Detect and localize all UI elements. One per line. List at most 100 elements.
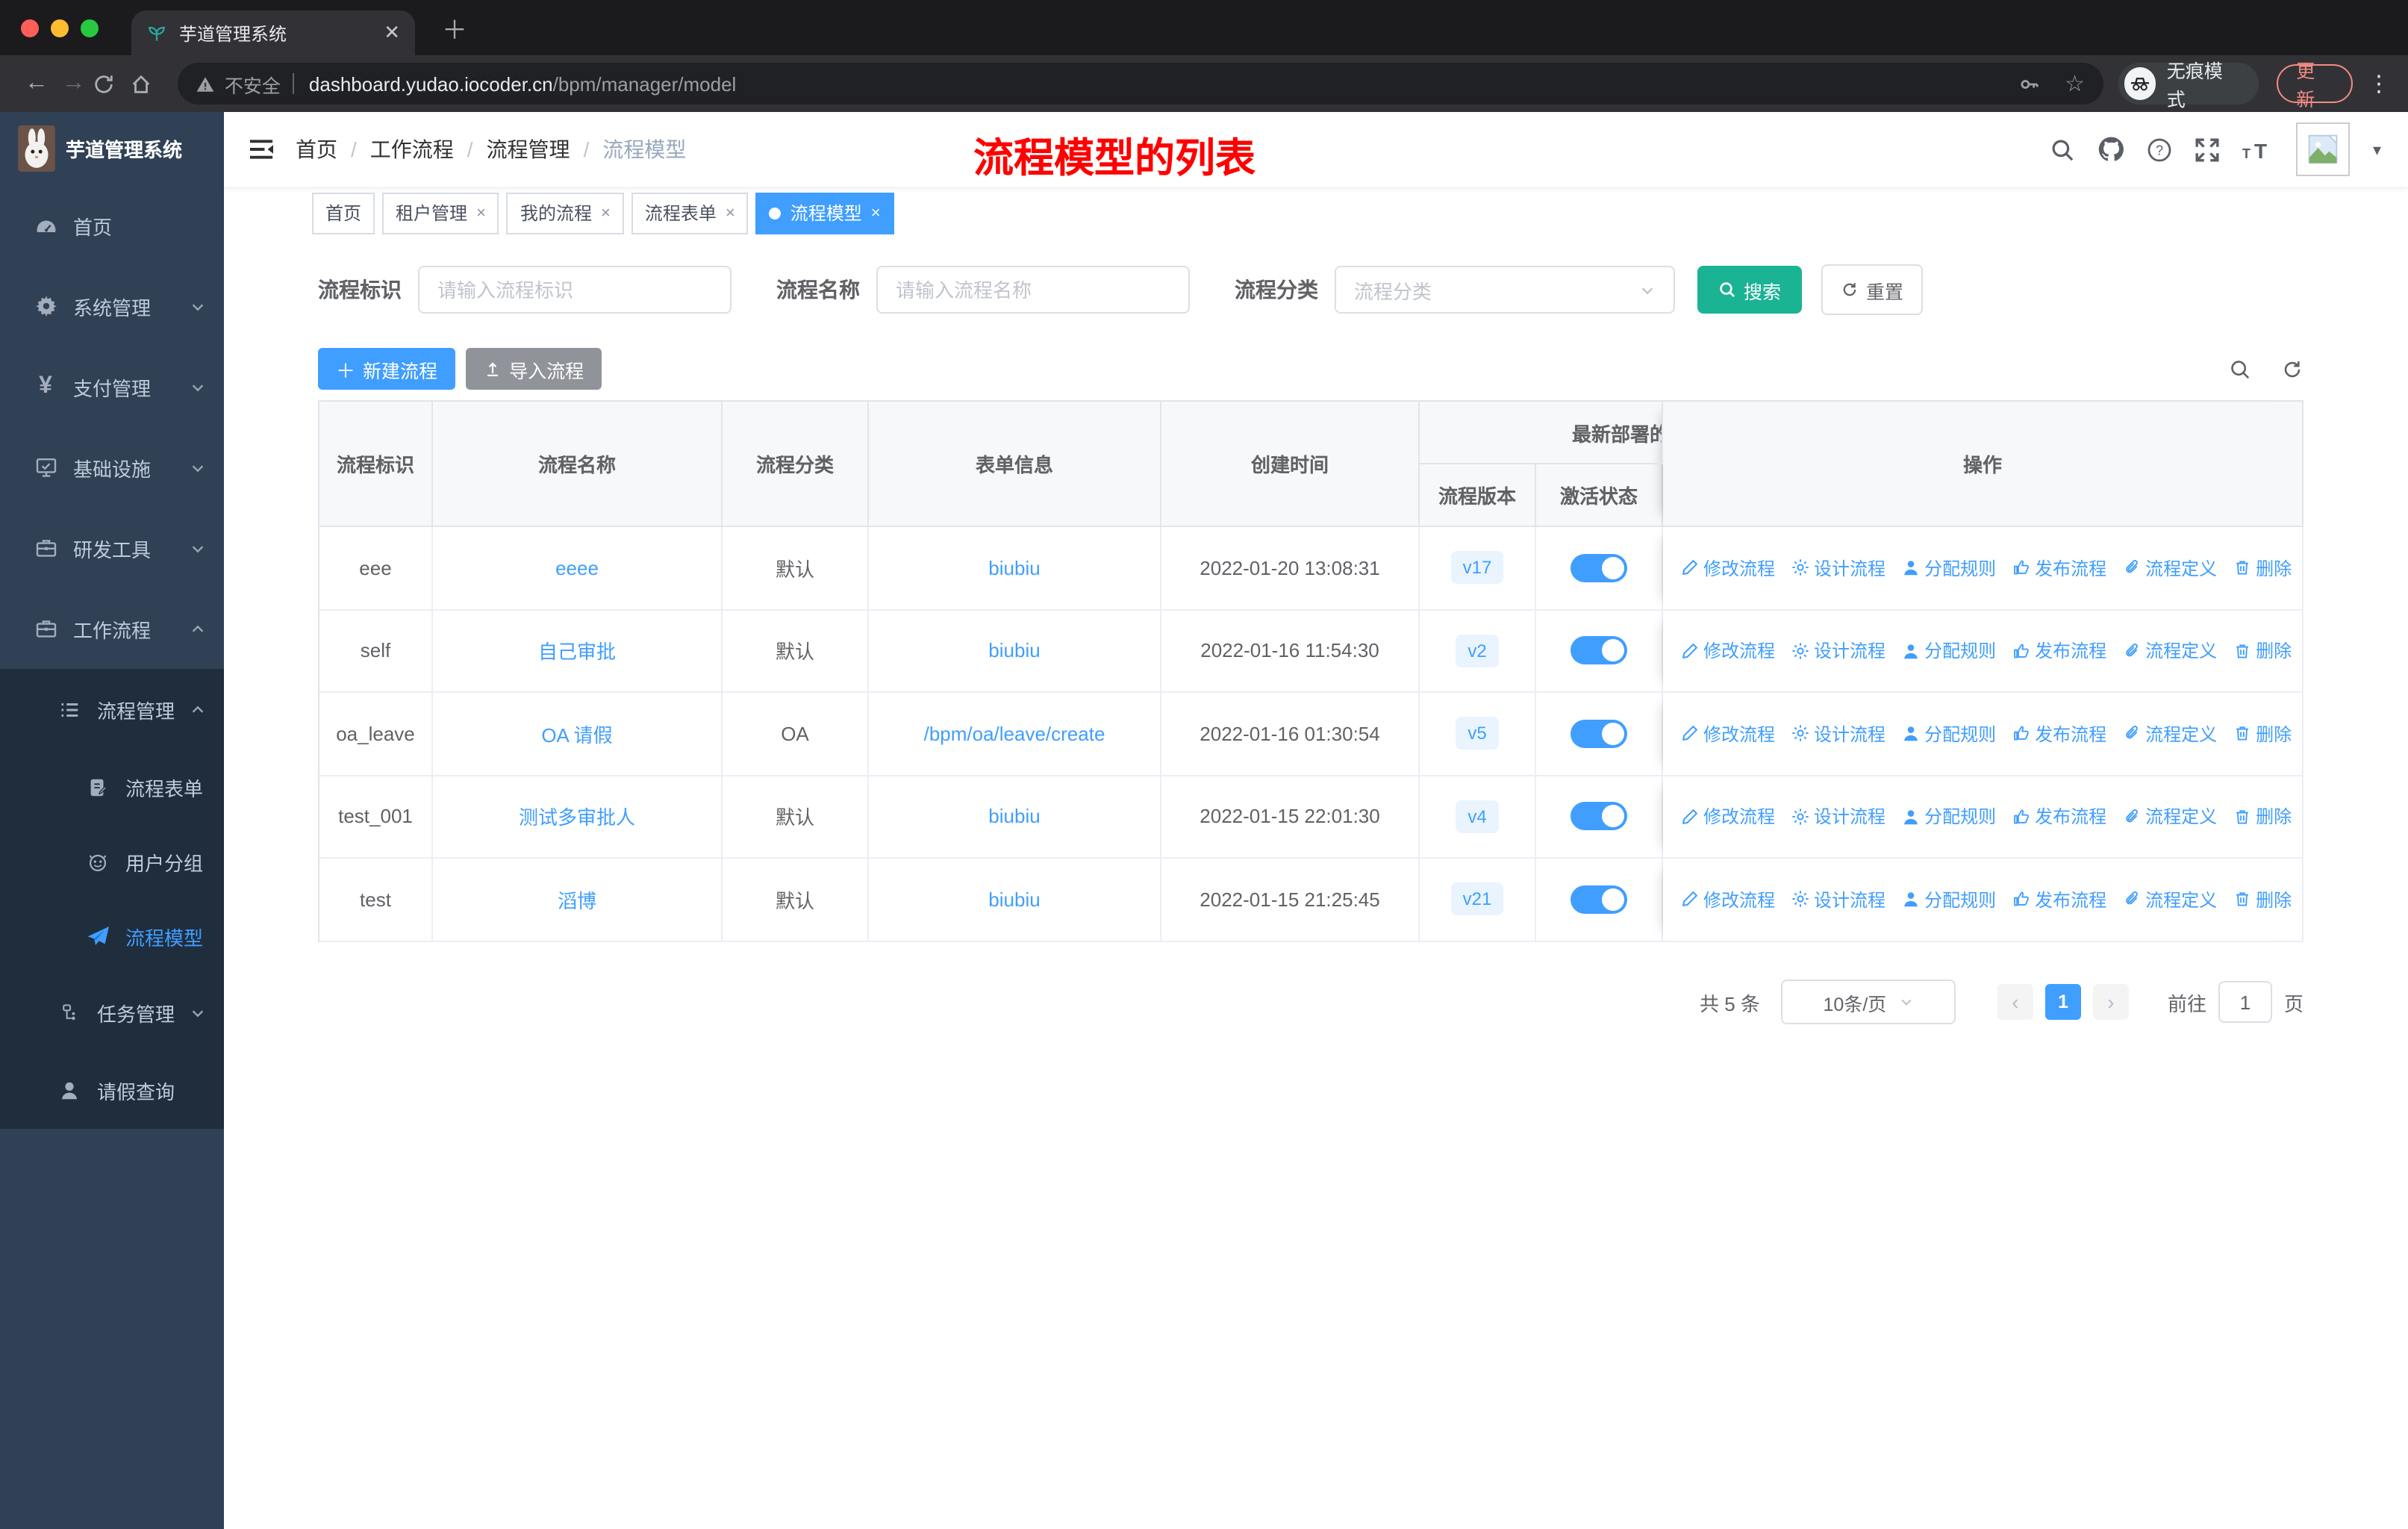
category-select[interactable]: 流程分类 [1335,266,1675,314]
process-key-input[interactable] [418,266,732,314]
search-button[interactable]: 搜索 [1697,266,1803,314]
action-gear-link[interactable]: 设计流程 [1791,638,1885,664]
sidebar-item-user-group[interactable]: 用户分组 [0,824,224,899]
process-name-link[interactable]: 自己审批 [538,637,616,665]
tag-my-process[interactable]: 我的流程 × [506,192,624,234]
action-gear-link[interactable]: 设计流程 [1791,804,1885,829]
page-number-1[interactable]: 1 [2044,984,2081,1020]
font-size-icon[interactable]: TT [2243,138,2274,161]
next-page-button[interactable]: › [2092,984,2129,1020]
close-window-button[interactable] [21,19,39,37]
avatar[interactable] [2296,122,2351,176]
action-gear-link[interactable]: 设计流程 [1791,887,1885,912]
action-edit-link[interactable]: 修改流程 [1681,555,1775,581]
action-edit-link[interactable]: 修改流程 [1681,887,1775,912]
form-info-link[interactable]: /bpm/oa/leave/create [924,723,1105,745]
tag-process-form[interactable]: 流程表单 × [631,192,749,234]
active-toggle[interactable] [1570,885,1627,914]
active-toggle[interactable] [1570,636,1627,665]
action-paperclip-link[interactable]: 流程定义 [2123,887,2217,912]
action-user-link[interactable]: 分配规则 [1902,638,1996,664]
action-trash-link[interactable]: 删除 [2233,721,2292,747]
process-name-link[interactable]: 测试多审批人 [519,803,635,831]
sidebar-item-devtools[interactable]: 研发工具 [0,508,224,588]
browser-menu-icon[interactable]: ⋮ [2368,70,2390,97]
action-paperclip-link[interactable]: 流程定义 [2123,555,2217,581]
import-process-button[interactable]: 导入流程 [466,348,602,390]
sidebar-item-home[interactable]: 首页 [0,185,224,266]
action-publish-link[interactable]: 发布流程 [2012,721,2106,747]
action-trash-link[interactable]: 删除 [2233,555,2292,581]
active-toggle[interactable] [1570,719,1627,748]
action-trash-link[interactable]: 删除 [2233,804,2292,829]
active-toggle[interactable] [1570,553,1627,582]
form-info-link[interactable]: biubiu [988,640,1040,662]
action-gear-link[interactable]: 设计流程 [1791,555,1885,581]
maximize-window-button[interactable] [81,19,99,37]
action-user-link[interactable]: 分配规则 [1902,804,1996,829]
tag-process-model[interactable]: 流程模型 × [755,192,894,234]
sidebar-item-workflow[interactable]: 工作流程 [0,588,224,669]
breadcrumb-home[interactable]: 首页 [296,134,337,164]
sidebar-item-process-form[interactable]: 流程表单 [0,750,224,824]
action-user-link[interactable]: 分配规则 [1902,887,1996,912]
help-icon[interactable]: ? [2147,137,2173,162]
reload-icon[interactable] [92,72,129,95]
bookmark-star-icon[interactable]: ☆ [2065,70,2085,97]
github-icon[interactable] [2098,136,2125,163]
tag-tenant[interactable]: 租户管理 × [382,192,499,234]
breadcrumb-process-management[interactable]: 流程管理 [487,134,570,164]
action-paperclip-link[interactable]: 流程定义 [2123,804,2217,829]
sidebar-item-payment[interactable]: ¥ 支付管理 [0,346,224,427]
action-publish-link[interactable]: 发布流程 [2012,638,2106,664]
address-bar[interactable]: 不安全 dashboard.yudao.iocoder.cn /bpm/mana… [178,63,2103,105]
action-gear-link[interactable]: 设计流程 [1791,721,1885,747]
window-controls[interactable] [21,19,99,37]
action-publish-link[interactable]: 发布流程 [2012,804,2106,829]
action-trash-link[interactable]: 删除 [2233,887,2292,912]
create-process-button[interactable]: ＋ 新建流程 [318,348,456,390]
prev-page-button[interactable]: ‹ [1997,984,2033,1020]
form-info-link[interactable]: biubiu [988,806,1040,828]
tag-close-icon[interactable]: × [726,204,735,222]
action-paperclip-link[interactable]: 流程定义 [2123,638,2217,664]
action-trash-link[interactable]: 删除 [2233,638,2292,664]
security-warning-icon[interactable] [196,74,216,93]
action-publish-link[interactable]: 发布流程 [2012,887,2106,912]
caret-down-icon[interactable]: ▾ [2373,140,2381,159]
action-user-link[interactable]: 分配规则 [1902,721,1996,747]
sidebar-item-task-management[interactable]: 任务管理 [0,974,224,1051]
sidebar-item-infrastructure[interactable]: 基础设施 [0,427,224,508]
search-icon[interactable] [2050,137,2076,162]
sidebar-collapse-icon[interactable] [248,137,275,161]
form-info-link[interactable]: biubiu [988,557,1040,579]
process-name-link[interactable]: OA 请假 [541,720,612,748]
new-tab-button[interactable]: ＋ [442,9,467,46]
sidebar-item-leave-query[interactable]: 请假查询 [0,1051,224,1129]
toggle-search-icon[interactable] [2229,358,2251,380]
browser-update-button[interactable]: 更新 [2277,61,2353,110]
fullscreen-icon[interactable] [2195,137,2221,162]
key-icon[interactable] [2018,72,2041,95]
tab-close-icon[interactable]: ✕ [384,21,400,45]
action-edit-link[interactable]: 修改流程 [1681,638,1775,664]
reset-button[interactable]: 重置 [1821,264,1924,315]
tag-close-icon[interactable]: × [476,204,486,222]
action-publish-link[interactable]: 发布流程 [2012,555,2106,581]
breadcrumb-workflow[interactable]: 工作流程 [370,134,454,164]
sidebar-logo[interactable]: 芋道管理系统 [0,112,224,185]
page-size-select[interactable]: 10条/页 [1780,980,1956,1024]
tag-close-icon[interactable]: × [871,204,881,222]
action-user-link[interactable]: 分配规则 [1902,555,1996,581]
process-name-link[interactable]: 滔博 [558,885,596,914]
tag-close-icon[interactable]: × [601,204,611,222]
tag-home[interactable]: 首页 [312,192,375,234]
minimize-window-button[interactable] [51,19,69,37]
refresh-table-icon[interactable] [2281,358,2303,380]
process-name-link[interactable]: eeee [555,557,599,579]
browser-tab[interactable]: 芋道管理系统 ✕ [131,10,415,55]
form-info-link[interactable]: biubiu [988,888,1040,911]
sidebar-item-process-model[interactable]: 流程模型 [0,899,224,974]
goto-page-input[interactable] [2218,981,2272,1023]
action-edit-link[interactable]: 修改流程 [1681,804,1775,829]
